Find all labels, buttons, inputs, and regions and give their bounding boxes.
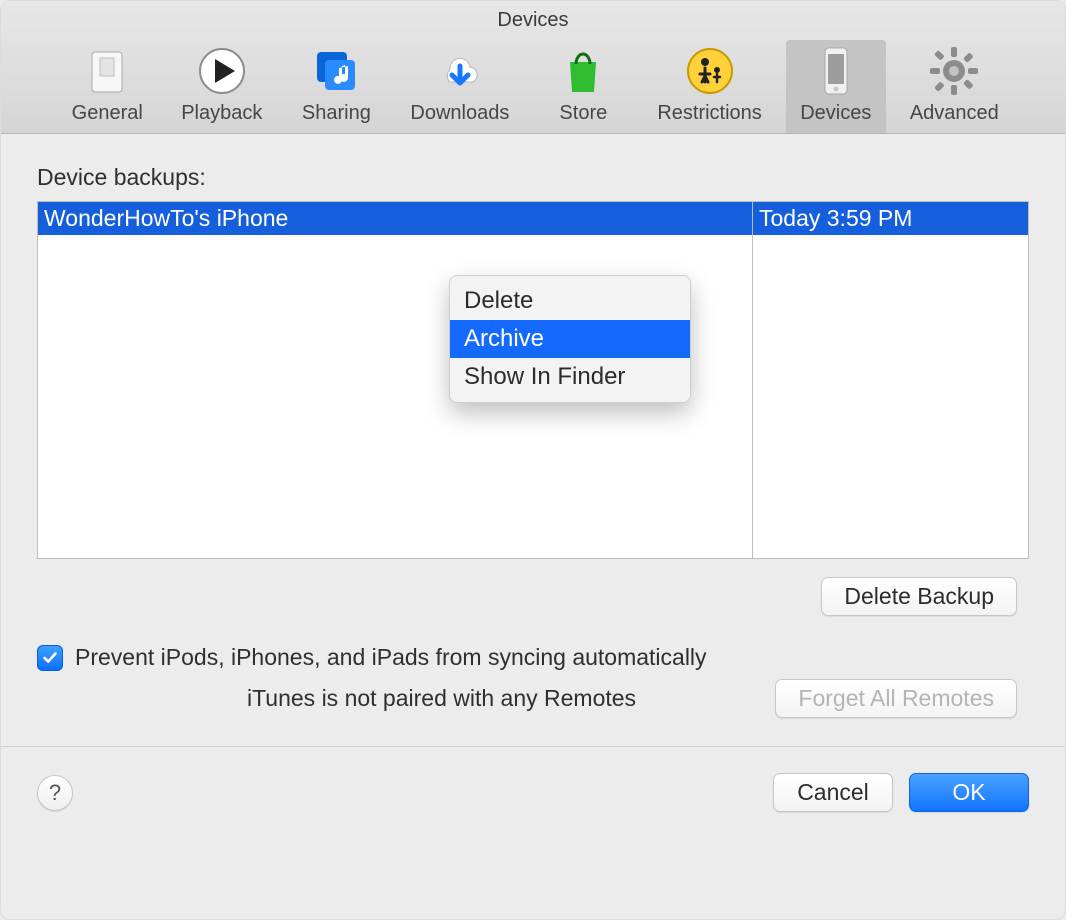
tab-restrictions[interactable]: Restrictions — [647, 40, 771, 133]
prevent-sync-label: Prevent iPods, iPhones, and iPads from s… — [75, 644, 707, 671]
gear-icon — [927, 44, 981, 98]
tab-label: Restrictions — [657, 102, 761, 125]
tab-playback[interactable]: Playback — [171, 40, 272, 133]
toolbar: General Playback Sharing — [1, 38, 1065, 133]
tab-label: Devices — [800, 102, 871, 125]
context-menu-delete[interactable]: Delete — [450, 282, 690, 320]
delete-backup-button[interactable]: Delete Backup — [821, 577, 1017, 616]
prevent-sync-row[interactable]: Prevent iPods, iPhones, and iPads from s… — [37, 644, 1029, 671]
phone-icon — [809, 44, 863, 98]
tab-label: General — [72, 102, 143, 125]
content-pane: Device backups: WonderHowTo's iPhone Tod… — [1, 134, 1065, 747]
shopping-bag-icon — [556, 44, 610, 98]
tab-store[interactable]: Store — [533, 40, 633, 133]
help-button[interactable]: ? — [37, 775, 73, 811]
tab-downloads[interactable]: Downloads — [400, 40, 519, 133]
footer: ? Cancel OK — [1, 747, 1065, 812]
tab-label: Advanced — [910, 102, 999, 125]
tab-label: Downloads — [410, 102, 509, 125]
cancel-button[interactable]: Cancel — [773, 773, 893, 812]
device-backups-label: Device backups: — [37, 164, 1029, 191]
switch-icon — [80, 44, 134, 98]
tab-advanced[interactable]: Advanced — [900, 40, 1009, 133]
window-title: Devices — [1, 9, 1065, 38]
titlebar: Devices General Playback — [1, 1, 1065, 134]
music-share-icon — [309, 44, 363, 98]
ok-button[interactable]: OK — [909, 773, 1029, 812]
context-menu-show-in-finder[interactable]: Show In Finder — [450, 358, 690, 396]
tab-label: Playback — [181, 102, 262, 125]
remotes-status: iTunes is not paired with any Remotes — [37, 685, 636, 712]
context-menu[interactable]: Delete Archive Show In Finder — [449, 275, 691, 403]
tab-label: Store — [559, 102, 607, 125]
backup-row-date[interactable]: Today 3:59 PM — [753, 202, 1028, 235]
preferences-window: Devices General Playback — [0, 0, 1066, 920]
tab-devices[interactable]: Devices — [786, 40, 886, 133]
backup-row-name[interactable]: WonderHowTo's iPhone — [38, 202, 752, 235]
tab-general[interactable]: General — [57, 40, 157, 133]
cloud-download-icon — [433, 44, 487, 98]
prevent-sync-checkbox[interactable] — [37, 645, 63, 671]
parental-icon — [683, 44, 737, 98]
tab-sharing[interactable]: Sharing — [286, 40, 386, 133]
tab-label: Sharing — [302, 102, 371, 125]
play-icon — [195, 44, 249, 98]
backups-column-date: Today 3:59 PM — [753, 202, 1028, 558]
forget-all-remotes-button[interactable]: Forget All Remotes — [775, 679, 1017, 718]
remotes-row: iTunes is not paired with any Remotes Fo… — [37, 679, 1017, 718]
context-menu-archive[interactable]: Archive — [450, 320, 690, 358]
